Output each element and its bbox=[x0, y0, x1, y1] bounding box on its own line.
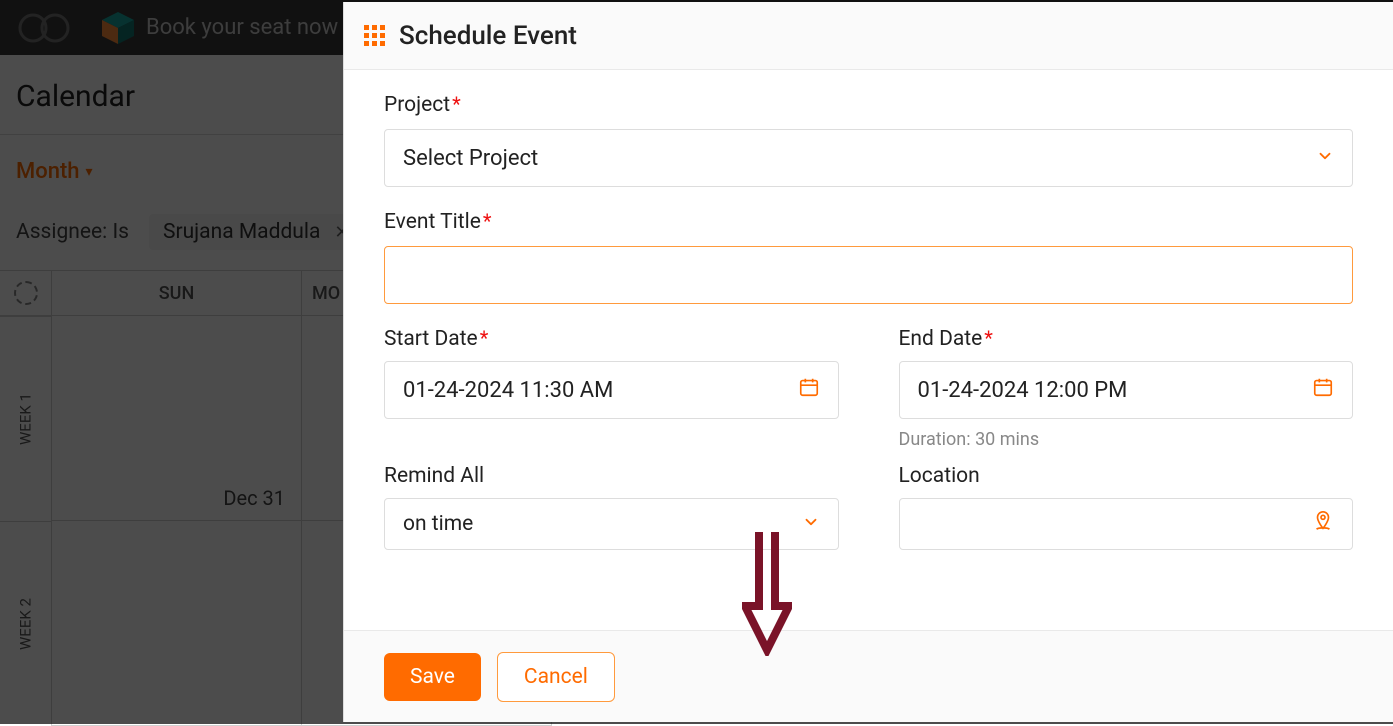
end-date-value: 01-24-2024 12:00 PM bbox=[918, 378, 1128, 403]
field-remind: Remind All on time bbox=[384, 464, 839, 550]
gear-icon bbox=[14, 281, 38, 305]
event-title-input[interactable] bbox=[384, 246, 1353, 304]
project-label: Project* bbox=[384, 92, 1353, 117]
remind-label: Remind All bbox=[384, 464, 839, 488]
field-end-date: End Date* 01-24-2024 12:00 PM Duration: … bbox=[899, 326, 1354, 450]
day-cell[interactable]: Dec 31 bbox=[52, 316, 301, 521]
filter-chip[interactable]: Srujana Maddula ✕ bbox=[149, 214, 363, 250]
chevron-down-icon: ▾ bbox=[86, 164, 93, 180]
panel-title: Schedule Event bbox=[399, 21, 577, 51]
duration-note: Duration: 30 mins bbox=[899, 429, 1354, 450]
location-label: Location bbox=[899, 464, 1354, 488]
project-select-placeholder: Select Project bbox=[403, 146, 538, 171]
week-label: WEEK 2 bbox=[0, 521, 51, 726]
day-cell[interactable] bbox=[52, 521, 301, 726]
week-label: WEEK 1 bbox=[0, 316, 51, 521]
banner-text: Book your seat now bbox=[146, 15, 338, 40]
day-header-sun: SUN bbox=[52, 271, 302, 315]
day-column: Dec 31 bbox=[52, 316, 302, 726]
chevron-down-icon bbox=[802, 512, 820, 537]
banner-logo-icon bbox=[100, 10, 136, 46]
chevron-down-icon bbox=[1316, 146, 1334, 171]
location-icon bbox=[1312, 510, 1334, 538]
save-button[interactable]: Save bbox=[384, 653, 481, 701]
start-date-label: Start Date* bbox=[384, 326, 839, 351]
week-number-column: WEEK 1 WEEK 2 bbox=[0, 316, 52, 726]
schedule-event-panel: Schedule Event Project* Select Project E… bbox=[343, 2, 1393, 722]
remind-location-row: Remind All on time Location bbox=[384, 464, 1353, 550]
filter-chip-value: Srujana Maddula bbox=[163, 220, 320, 244]
panel-header: Schedule Event bbox=[344, 2, 1393, 70]
event-title-label: Event Title* bbox=[384, 209, 1353, 234]
date-label: Dec 31 bbox=[223, 486, 285, 510]
cancel-button[interactable]: Cancel bbox=[497, 652, 615, 702]
date-row: Start Date* 01-24-2024 11:30 AM End Date… bbox=[384, 326, 1353, 450]
start-date-input[interactable]: 01-24-2024 11:30 AM bbox=[384, 361, 839, 419]
field-project: Project* Select Project bbox=[384, 92, 1353, 187]
panel-footer: Save Cancel bbox=[344, 630, 1393, 722]
apps-grid-icon[interactable] bbox=[364, 25, 385, 46]
field-location: Location bbox=[899, 464, 1354, 550]
start-date-value: 01-24-2024 11:30 AM bbox=[403, 378, 613, 403]
location-input[interactable] bbox=[899, 498, 1354, 550]
project-select[interactable]: Select Project bbox=[384, 129, 1353, 187]
remind-select[interactable]: on time bbox=[384, 498, 839, 550]
view-label: Month bbox=[16, 159, 80, 184]
field-start-date: Start Date* 01-24-2024 11:30 AM bbox=[384, 326, 839, 450]
end-date-label: End Date* bbox=[899, 326, 1354, 351]
calendar-icon bbox=[798, 376, 820, 404]
panel-body: Project* Select Project Event Title* Sta… bbox=[344, 70, 1393, 630]
filter-label: Assignee: Is bbox=[16, 220, 129, 244]
field-event-title: Event Title* bbox=[384, 209, 1353, 304]
calendar-icon bbox=[1312, 376, 1334, 404]
remind-value: on time bbox=[403, 512, 473, 536]
end-date-input[interactable]: 01-24-2024 12:00 PM bbox=[899, 361, 1354, 419]
grid-corner[interactable] bbox=[0, 271, 52, 315]
brand-logo-icon bbox=[18, 10, 70, 46]
